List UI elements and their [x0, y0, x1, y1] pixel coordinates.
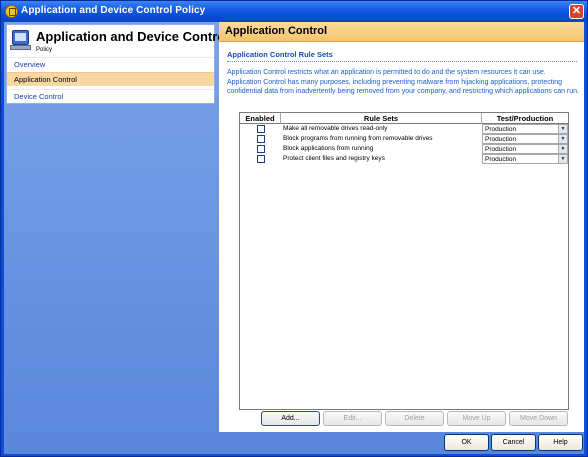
- policy-title: Application and Device Control: [36, 29, 229, 44]
- enabled-checkbox[interactable]: [257, 145, 265, 153]
- table-row[interactable]: Protect client files and registry keys P…: [240, 154, 568, 164]
- cancel-button[interactable]: Cancel: [491, 434, 536, 451]
- table-row[interactable]: Block applications from running Producti…: [240, 144, 568, 154]
- table-row[interactable]: Block programs from running from removab…: [240, 134, 568, 144]
- window-title: Application and Device Control Policy: [21, 5, 206, 16]
- rule-set-name: Make all removable drives read-only: [283, 125, 388, 132]
- add-button[interactable]: Add...: [261, 411, 320, 426]
- navigation-pane: Application and Device Control Policy Ov…: [6, 24, 229, 104]
- computer-base-icon: [10, 45, 31, 50]
- dialog-window: Application and Device Control Policy ✕ …: [0, 0, 588, 457]
- rule-set-name: Block programs from running from removab…: [283, 135, 433, 142]
- mode-select[interactable]: Production ▼: [482, 154, 568, 164]
- lock-shield-icon: [5, 5, 18, 18]
- edit-button[interactable]: Edit...: [323, 411, 382, 426]
- rule-sets-grid: Enabled Rule Sets Test/Production Make a…: [239, 112, 569, 410]
- mode-select-value: Production: [485, 136, 517, 143]
- section-divider: [227, 61, 577, 62]
- close-button[interactable]: ✕: [569, 4, 584, 19]
- mode-select-value: Production: [485, 126, 517, 133]
- title-bar: Application and Device Control Policy ✕: [1, 1, 587, 22]
- policy-subtitle: Policy: [36, 47, 53, 53]
- grid-header: Enabled Rule Sets Test/Production: [240, 113, 568, 124]
- content-header: Application Control: [219, 22, 584, 42]
- mode-select[interactable]: Production ▼: [482, 144, 568, 154]
- section-title: Application Control Rule Sets: [227, 50, 333, 59]
- nav-item-device-control[interactable]: Device Control: [7, 89, 214, 103]
- computer-icon: [12, 30, 29, 45]
- table-row[interactable]: Make all removable drives read-only Prod…: [240, 124, 568, 134]
- enabled-checkbox[interactable]: [257, 125, 265, 133]
- policy-header: Application and Device Control Policy: [7, 25, 229, 57]
- mode-select-value: Production: [485, 146, 517, 153]
- grid-button-bar: Add... Edit... Delete Move Up Move Down: [261, 411, 571, 427]
- chevron-down-icon[interactable]: ▼: [558, 135, 567, 143]
- content-pane: Application Control Application Control …: [219, 22, 584, 432]
- move-down-button[interactable]: Move Down: [509, 411, 568, 426]
- chevron-down-icon[interactable]: ▼: [558, 125, 567, 133]
- column-test-production[interactable]: Test/Production: [482, 113, 568, 124]
- dialog-body: Application and Device Control Policy Ov…: [4, 22, 584, 454]
- column-rule-sets[interactable]: Rule Sets: [281, 113, 482, 124]
- rule-set-name: Protect client files and registry keys: [283, 155, 385, 162]
- mode-select[interactable]: Production ▼: [482, 134, 568, 144]
- enabled-checkbox[interactable]: [257, 135, 265, 143]
- content-title: Application Control: [225, 25, 328, 37]
- chevron-down-icon[interactable]: ▼: [558, 155, 567, 163]
- mode-select-value: Production: [485, 156, 517, 163]
- ok-button[interactable]: OK: [444, 434, 489, 451]
- mode-select[interactable]: Production ▼: [482, 124, 568, 134]
- column-enabled[interactable]: Enabled: [240, 113, 281, 124]
- move-up-button[interactable]: Move Up: [447, 411, 506, 426]
- nav-item-overview[interactable]: Overview: [7, 57, 214, 71]
- rule-set-name: Block applications from running: [283, 145, 374, 152]
- nav-item-application-control[interactable]: Application Control: [7, 72, 214, 86]
- chevron-down-icon[interactable]: ▼: [558, 145, 567, 153]
- delete-button[interactable]: Delete: [385, 411, 444, 426]
- enabled-checkbox[interactable]: [257, 155, 265, 163]
- section-description: Application Control restricts what an ap…: [227, 69, 579, 95]
- help-button[interactable]: Help: [538, 434, 583, 451]
